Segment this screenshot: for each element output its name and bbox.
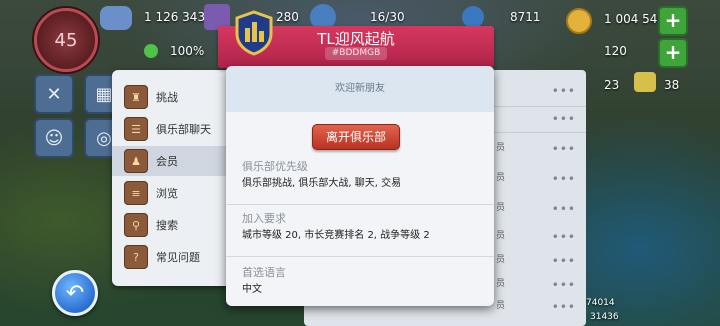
club-shield-icon xyxy=(235,10,273,56)
language-label: 首选语言 xyxy=(242,266,286,279)
items-count: 23 xyxy=(604,78,620,92)
simoleon-icon xyxy=(462,6,484,28)
menu-item-challenges[interactable]: ♜ 挑战 xyxy=(112,82,232,112)
list-item-partial: 员 xyxy=(496,173,506,183)
more-options-icon[interactable]: ••• xyxy=(552,142,576,156)
menu-item-label: 挑战 xyxy=(156,91,178,104)
menu-item-browse[interactable]: ≡ 浏览 xyxy=(112,178,232,208)
list-item-partial: 员 xyxy=(496,279,506,289)
level-number: 45 xyxy=(54,29,78,51)
club-description: 欢迎新朋友 xyxy=(226,66,494,112)
bottom-number-2: 31436 xyxy=(590,312,619,322)
club-button[interactable]: ☺ xyxy=(34,118,74,158)
menu-item-members[interactable]: ♟ 会员 xyxy=(112,146,232,176)
divider xyxy=(226,204,494,205)
menu-item-label: 搜索 xyxy=(156,219,178,232)
list-item-partial: 员 xyxy=(496,231,506,241)
more-options-icon[interactable]: ••• xyxy=(552,84,576,98)
coin-icon xyxy=(566,8,592,34)
coin-value: 1 004 540 xyxy=(604,12,666,26)
menu-item-search[interactable]: ⚲ 搜索 xyxy=(112,210,232,240)
search-icon: ⚲ xyxy=(124,213,148,237)
more-options-icon[interactable]: ••• xyxy=(552,172,576,186)
worker-value: 16/30 xyxy=(370,10,405,24)
key-icon xyxy=(634,72,656,92)
back-button[interactable]: ↶ xyxy=(52,270,98,316)
green-currency-value: 120 xyxy=(604,44,627,58)
back-arrow-icon: ↶ xyxy=(65,280,85,306)
club-info-dialog: 欢迎新朋友 离开俱乐部 俱乐部优先级 俱乐部挑战, 俱乐部大战, 聊天, 交易 … xyxy=(226,66,494,306)
browse-icon: ≡ xyxy=(124,181,148,205)
menu-item-club-chat[interactable]: ☰ 俱乐部聊天 xyxy=(112,114,232,144)
club-side-menu: ♜ 挑战 ☰ 俱乐部聊天 ♟ 会员 ≡ 浏览 ⚲ 搜索 ? 常见问题 xyxy=(112,70,232,286)
requirements-value: 城市等级 20, 市长竞赛排名 2, 战争等级 2 xyxy=(242,230,430,241)
player-level-badge[interactable]: 45 xyxy=(34,8,98,72)
happiness-icon xyxy=(144,44,158,58)
population-value: 1 126 343 xyxy=(144,10,206,24)
more-options-icon[interactable]: ••• xyxy=(552,112,576,126)
population-icon xyxy=(100,6,132,30)
keys-count: 38 xyxy=(664,78,680,92)
bottom-number-1: 74014 xyxy=(586,298,615,308)
menu-item-label: 俱乐部聊天 xyxy=(156,123,211,136)
divider xyxy=(226,256,494,257)
menu-item-label: 会员 xyxy=(156,155,178,168)
faq-book-icon: ? xyxy=(124,245,148,269)
list-item-partial: 员 xyxy=(496,143,506,153)
menu-item-faq[interactable]: ? 常见问题 xyxy=(112,242,232,272)
more-options-icon[interactable]: ••• xyxy=(552,254,576,268)
menu-item-label: 常见问题 xyxy=(156,251,200,264)
happiness-value: 100% xyxy=(170,44,205,58)
more-options-icon[interactable]: ••• xyxy=(552,202,576,216)
storage-value: 280 xyxy=(276,10,299,24)
club-tag: #BDDMGB xyxy=(325,47,387,60)
requirements-label: 加入要求 xyxy=(242,212,286,225)
trophy-icon: ♜ xyxy=(124,85,148,109)
members-icon: ♟ xyxy=(124,149,148,173)
tools-button[interactable]: ✕ xyxy=(34,74,74,114)
more-options-icon[interactable]: ••• xyxy=(552,230,576,244)
priorities-label: 俱乐部优先级 xyxy=(242,160,308,173)
chat-icon: ☰ xyxy=(124,117,148,141)
menu-item-label: 浏览 xyxy=(156,187,178,200)
more-options-icon[interactable]: ••• xyxy=(552,300,576,314)
more-options-icon[interactable]: ••• xyxy=(552,278,576,292)
priorities-value: 俱乐部挑战, 俱乐部大战, 聊天, 交易 xyxy=(242,178,402,189)
leave-club-button[interactable]: 离开俱乐部 xyxy=(312,124,400,150)
simoleon-value: 8711 xyxy=(510,10,541,24)
list-item-partial: 员 xyxy=(496,203,506,213)
list-item-partial: 员 xyxy=(496,301,506,311)
language-value: 中文 xyxy=(242,284,262,295)
add-green-button[interactable]: + xyxy=(658,38,688,68)
add-coins-button[interactable]: + xyxy=(658,6,688,36)
list-item-partial: 员 xyxy=(496,255,506,265)
